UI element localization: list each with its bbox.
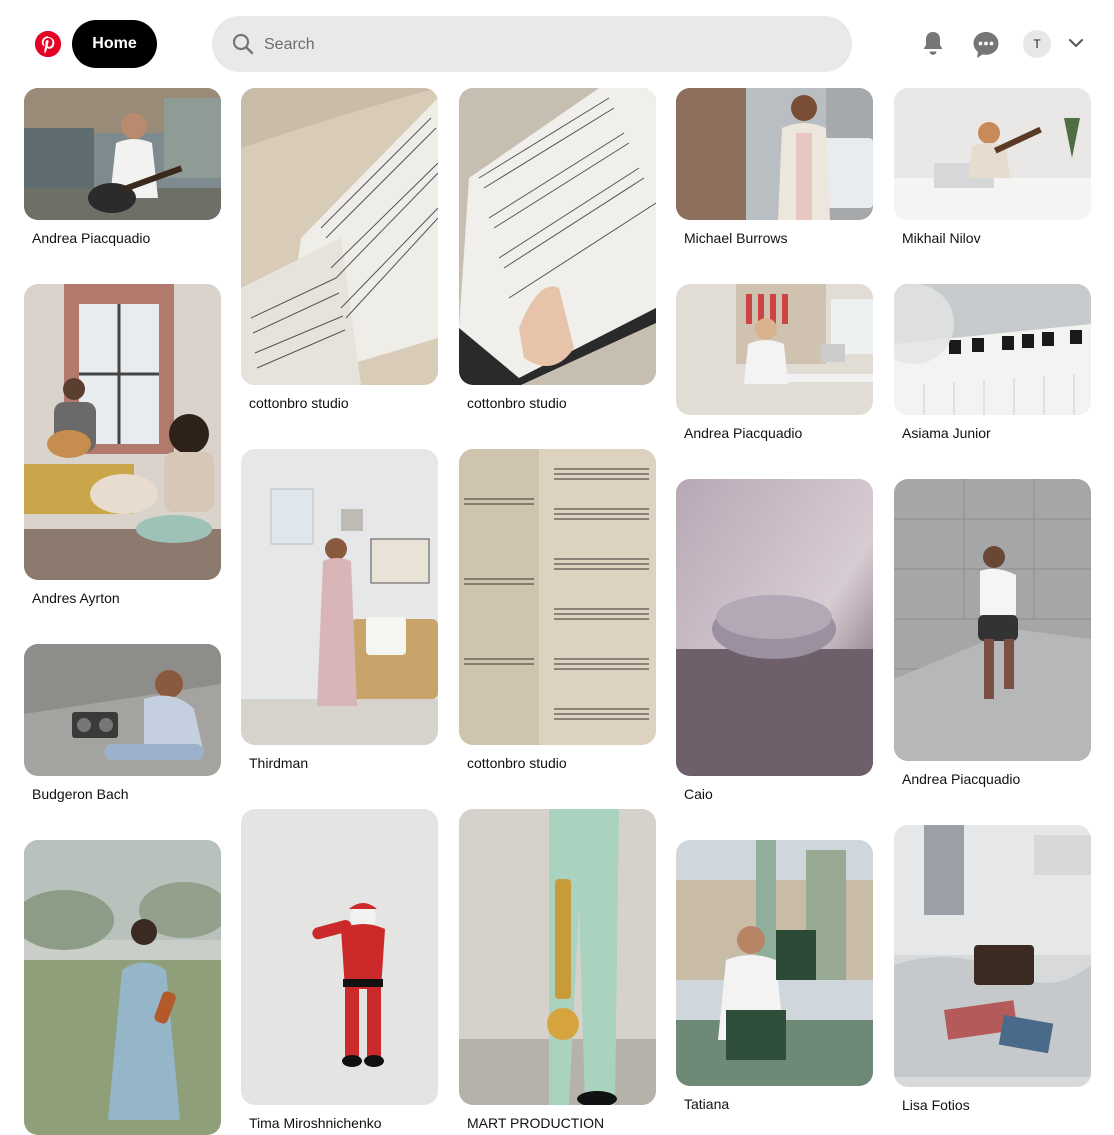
pin-author[interactable]: Tima Miroshnichenko — [249, 1115, 382, 1131]
pin-author[interactable]: Andres Ayrton — [32, 590, 120, 606]
pin-author[interactable]: Caio — [684, 786, 713, 802]
pin-image[interactable] — [24, 840, 221, 1135]
search-input[interactable] — [262, 16, 826, 74]
pin-author[interactable]: cottonbro studio — [249, 395, 349, 411]
pin-card[interactable]: Lisa Fotios — [894, 825, 1091, 1125]
pin-author[interactable]: Mikhail Nilov — [902, 230, 981, 246]
pin-image[interactable] — [894, 88, 1091, 220]
pin-image[interactable] — [241, 809, 438, 1105]
pin-image[interactable] — [894, 479, 1091, 761]
pin-card[interactable]: cottonbro studio — [459, 88, 656, 428]
avatar[interactable]: T — [1023, 30, 1051, 58]
pin-author[interactable]: cottonbro studio — [467, 755, 567, 771]
pin-image[interactable] — [459, 809, 656, 1105]
pin-card[interactable]: Asiama Junior — [894, 284, 1091, 454]
pin-image[interactable] — [894, 825, 1091, 1087]
pin-card[interactable]: cottonbro studio — [241, 88, 438, 428]
pin-card[interactable]: Andres Ayrton — [24, 284, 221, 620]
pin-image[interactable] — [24, 284, 221, 580]
pin-card[interactable]: Mikhail Nilov — [894, 88, 1091, 258]
pin-author[interactable]: Michael Burrows — [684, 230, 787, 246]
pin-card[interactable]: Michael Burrows — [676, 88, 873, 258]
pin-image[interactable] — [459, 88, 656, 385]
pin-image[interactable] — [459, 449, 656, 745]
pin-author[interactable]: Andrea Piacquadio — [684, 425, 802, 441]
pin-image[interactable] — [24, 644, 221, 776]
pin-image[interactable] — [894, 284, 1091, 415]
pin-author[interactable]: Asiama Junior — [902, 425, 991, 441]
pin-card[interactable]: Tatiana — [676, 840, 873, 1120]
pin-card[interactable]: Andrea Piacquadio — [24, 88, 221, 258]
pin-card[interactable]: Tima Miroshnichenko — [241, 809, 438, 1135]
search-bar[interactable] — [212, 16, 852, 74]
pin-image[interactable] — [676, 840, 873, 1086]
chat-icon[interactable] — [970, 29, 1002, 61]
pin-card[interactable]: Andrea Piacquadio — [676, 284, 873, 454]
pin-image[interactable] — [676, 479, 873, 776]
search-icon — [232, 33, 254, 55]
pin-author[interactable]: Lisa Fotios — [902, 1097, 970, 1113]
top-navigation-bar: Home T — [0, 0, 1114, 80]
pin-author[interactable]: Budgeron Bach — [32, 786, 129, 802]
pin-card[interactable]: MART PRODUCTION — [459, 809, 656, 1135]
pin-image[interactable] — [241, 88, 438, 385]
pin-author[interactable]: cottonbro studio — [467, 395, 567, 411]
pin-card[interactable]: Andrea Piacquadio — [894, 479, 1091, 799]
pin-card[interactable]: cottonbro studio — [459, 449, 656, 785]
pin-image[interactable] — [676, 284, 873, 415]
home-button[interactable]: Home — [72, 20, 157, 68]
chevron-down-icon[interactable] — [1066, 36, 1086, 50]
pin-author[interactable]: Thirdman — [249, 755, 308, 771]
pin-author[interactable]: Andrea Piacquadio — [32, 230, 150, 246]
pin-image[interactable] — [24, 88, 221, 220]
pin-author[interactable]: Andrea Piacquadio — [902, 771, 1020, 787]
pinterest-logo-icon[interactable] — [35, 31, 61, 57]
pin-author[interactable]: MART PRODUCTION — [467, 1115, 604, 1131]
bell-icon[interactable] — [917, 28, 949, 60]
pin-card[interactable]: Thirdman — [241, 449, 438, 785]
pin-card[interactable]: Budgeron Bach — [24, 644, 221, 814]
pin-author[interactable]: Tatiana — [684, 1096, 729, 1112]
pin-image[interactable] — [676, 88, 873, 220]
pin-card[interactable]: Caio — [676, 479, 873, 814]
pin-image[interactable] — [241, 449, 438, 745]
pin-card[interactable] — [24, 840, 221, 1135]
